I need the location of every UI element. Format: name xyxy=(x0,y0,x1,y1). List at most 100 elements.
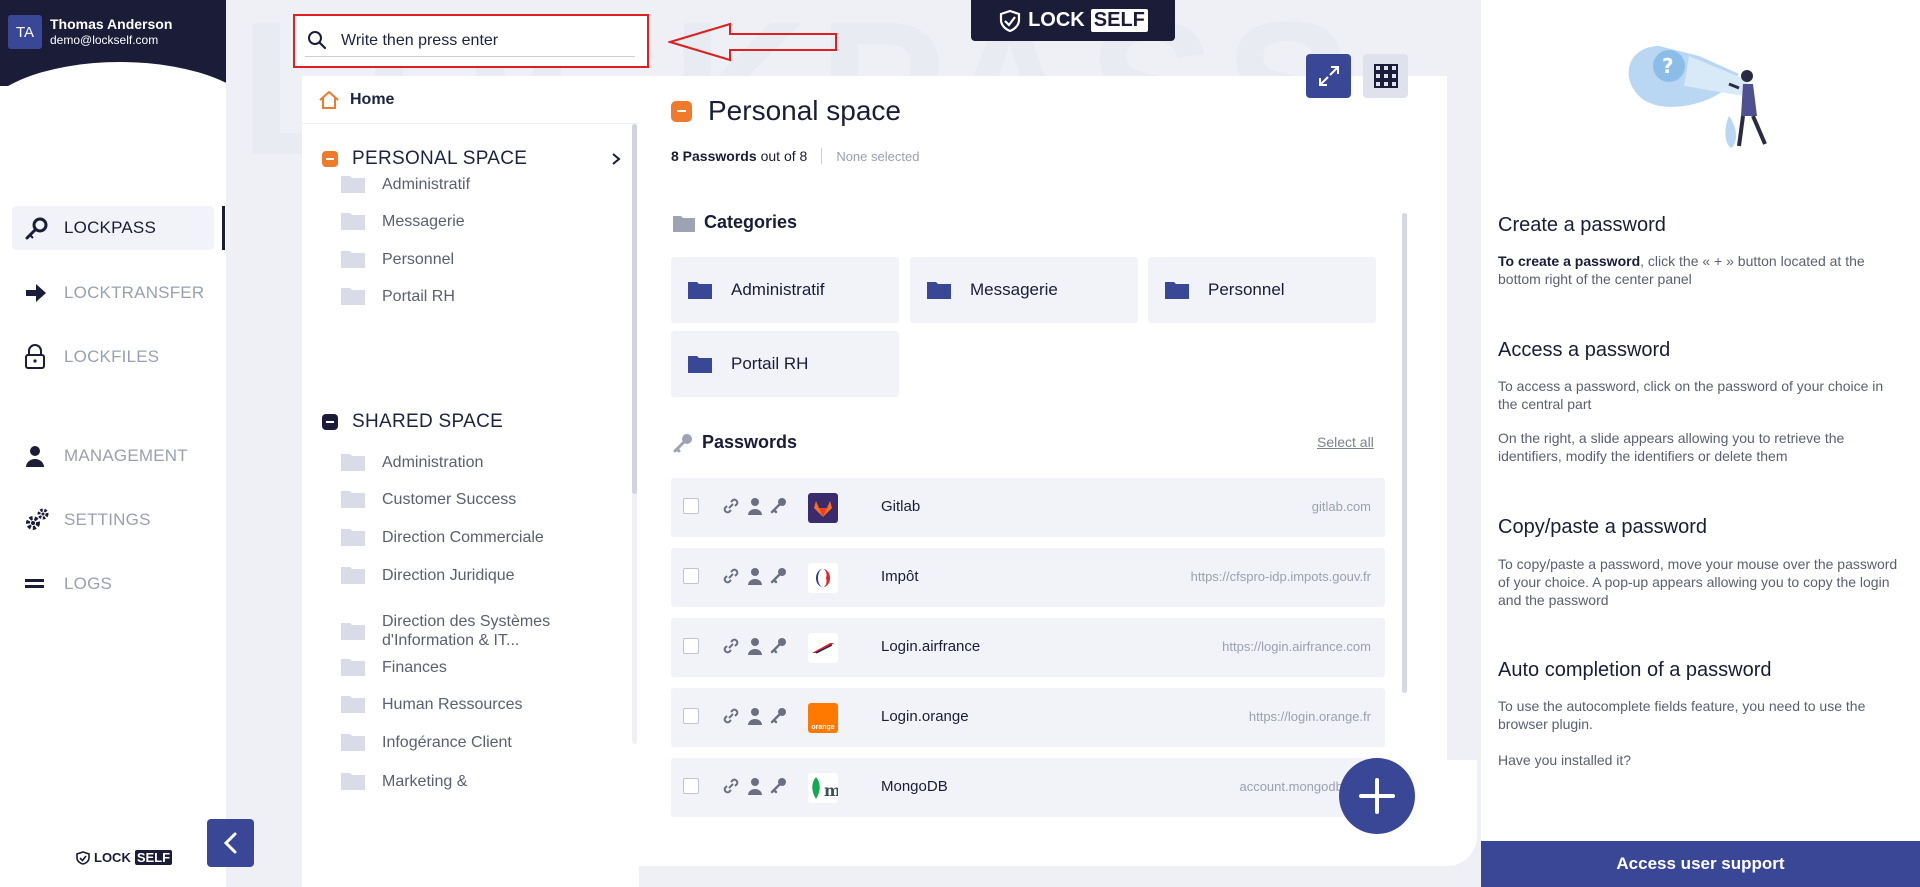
nav-item-locktransfer[interactable]: LOCKTRANSFER xyxy=(12,271,214,315)
folder-icon xyxy=(687,280,713,300)
nav-active-indicator xyxy=(222,206,225,250)
password-row[interactable]: Login.airfrance https://login.airfrance.c… xyxy=(671,618,1385,677)
annotation-arrow-icon xyxy=(668,22,837,62)
tree-folder-item[interactable]: Finances xyxy=(340,657,600,677)
logs-icon xyxy=(24,576,54,592)
tree-folder-item[interactable]: Portail RH xyxy=(340,286,600,306)
nav-item-label: SETTINGS xyxy=(64,510,151,529)
password-row[interactable]: m MongoDB account.mongodb.com xyxy=(671,758,1385,817)
tree-folder-item[interactable]: Direction des Systèmes d'Information & I… xyxy=(340,612,600,650)
passwords-heading: Passwords xyxy=(672,432,797,453)
link-icon[interactable] xyxy=(721,566,741,586)
user-icon[interactable] xyxy=(745,496,765,516)
password-row[interactable]: orange Login.orange https://login.orange.f… xyxy=(671,688,1385,747)
logo-text-self: SELF xyxy=(134,850,173,865)
tree-scrollbar[interactable] xyxy=(632,124,637,744)
tree-section-shared-space[interactable]: SHARED SPACE xyxy=(322,411,622,433)
password-row[interactable]: Impôt https://cfspro-idp.impots.gouv.fr xyxy=(671,548,1385,607)
arrow-right-icon xyxy=(24,282,54,304)
password-count: 8 Passwords out of 8 None selected xyxy=(671,148,919,164)
category-card[interactable]: Portail RH xyxy=(671,331,899,397)
help-title-access: Access a password xyxy=(1498,339,1671,361)
add-password-button[interactable] xyxy=(1339,758,1415,834)
collapse-sidebar-button[interactable] xyxy=(207,819,254,867)
key-icon[interactable] xyxy=(769,706,789,726)
key-icon[interactable] xyxy=(769,776,789,796)
nav-item-settings[interactable]: SETTINGS xyxy=(12,498,214,542)
user-icon[interactable] xyxy=(745,566,765,586)
nav-item-label: LOCKTRANSFER xyxy=(64,283,205,302)
main-scrollbar-thumb[interactable] xyxy=(1402,213,1407,693)
expand-button[interactable] xyxy=(1306,54,1351,98)
search-box xyxy=(293,14,649,68)
shared-space-icon xyxy=(322,414,338,430)
user-icon[interactable] xyxy=(745,776,765,796)
tree-folder-item[interactable]: Human Ressources xyxy=(340,694,600,714)
key-icon[interactable] xyxy=(769,636,789,656)
help-title-copy: Copy/paste a password xyxy=(1498,516,1708,538)
tree-folder-item[interactable]: Messagerie xyxy=(340,211,600,231)
key-icon[interactable] xyxy=(769,496,789,516)
tree-folder-item[interactable]: Direction Commerciale xyxy=(340,527,600,547)
user-header[interactable]: TA Thomas Anderson demo@lockself.com xyxy=(0,0,226,86)
nav-item-lockfiles[interactable]: LOCKFILES xyxy=(12,335,214,379)
category-label: Administratif xyxy=(731,280,825,299)
folder-icon xyxy=(1164,280,1190,300)
folder-icon xyxy=(340,732,366,752)
tree-folder-item[interactable]: Customer Success xyxy=(340,489,600,509)
page-title-text: Personal space xyxy=(708,95,902,126)
link-icon[interactable] xyxy=(721,636,741,656)
row-checkbox[interactable] xyxy=(683,708,699,724)
count-rest: out of 8 xyxy=(760,148,808,164)
page-title: Personal space xyxy=(671,95,901,127)
search-input[interactable] xyxy=(341,28,631,54)
tree-folder-item[interactable]: Personnel xyxy=(340,249,600,269)
row-checkbox[interactable] xyxy=(683,638,699,654)
select-all-link[interactable]: Select all xyxy=(1317,434,1374,450)
link-icon[interactable] xyxy=(721,776,741,796)
avatar[interactable]: TA xyxy=(8,15,42,49)
category-label: Portail RH xyxy=(731,354,809,373)
nav-item-management[interactable]: MANAGEMENT xyxy=(12,434,214,478)
tree-folder-item[interactable]: Administration xyxy=(340,452,600,472)
folder-icon xyxy=(340,621,366,641)
row-actions xyxy=(721,636,789,656)
access-user-support-button[interactable]: Access user support xyxy=(1481,841,1920,887)
tree-section-title: SHARED SPACE xyxy=(352,411,504,432)
user-icon[interactable] xyxy=(745,706,765,726)
nav-item-lockpass[interactable]: LOCKPASS xyxy=(12,206,214,250)
row-checkbox[interactable] xyxy=(683,778,699,794)
airfrance-icon xyxy=(808,633,838,663)
row-checkbox[interactable] xyxy=(683,498,699,514)
help-text-create: To create a password, click the « + » bu… xyxy=(1498,252,1898,288)
main-scrollbar[interactable] xyxy=(1402,213,1407,693)
category-card[interactable]: Messagerie xyxy=(910,257,1138,323)
tree-folder-item[interactable]: Infogérance Client xyxy=(340,732,600,752)
password-url: https://login.orange.fr xyxy=(1248,709,1371,724)
tree-folder-label: Messagerie xyxy=(382,212,465,230)
home-icon xyxy=(318,90,340,110)
tree-folder-item[interactable]: Direction Juridique xyxy=(340,565,600,585)
key-icon[interactable] xyxy=(769,566,789,586)
user-icon[interactable] xyxy=(745,636,765,656)
nav-item-logs[interactable]: LOGS xyxy=(12,562,214,606)
tree-folder-item[interactable]: Administratif xyxy=(340,174,600,194)
tree-section-personal-space[interactable]: PERSONAL SPACE xyxy=(322,148,622,170)
main-panel xyxy=(639,76,1447,866)
row-actions xyxy=(721,496,789,516)
password-row[interactable]: Gitlab gitlab.com xyxy=(671,478,1385,537)
chevron-right-icon xyxy=(610,150,622,172)
link-icon[interactable] xyxy=(721,496,741,516)
category-card[interactable]: Personnel xyxy=(1148,257,1376,323)
category-card[interactable]: Administratif xyxy=(671,257,899,323)
grid-view-button[interactable] xyxy=(1363,54,1408,98)
tree-home-item[interactable]: Home xyxy=(302,76,639,124)
row-checkbox[interactable] xyxy=(683,568,699,584)
search-underline xyxy=(305,56,635,57)
link-icon[interactable] xyxy=(721,706,741,726)
help-text-autocomplete-2[interactable]: Have you installed it? xyxy=(1498,751,1898,769)
tree-scrollbar-thumb[interactable] xyxy=(632,124,637,494)
left-navigation: TA Thomas Anderson demo@lockself.com LOC… xyxy=(0,0,226,887)
password-name: Login.orange xyxy=(881,708,969,725)
tree-folder-item[interactable]: Marketing & xyxy=(340,771,600,791)
